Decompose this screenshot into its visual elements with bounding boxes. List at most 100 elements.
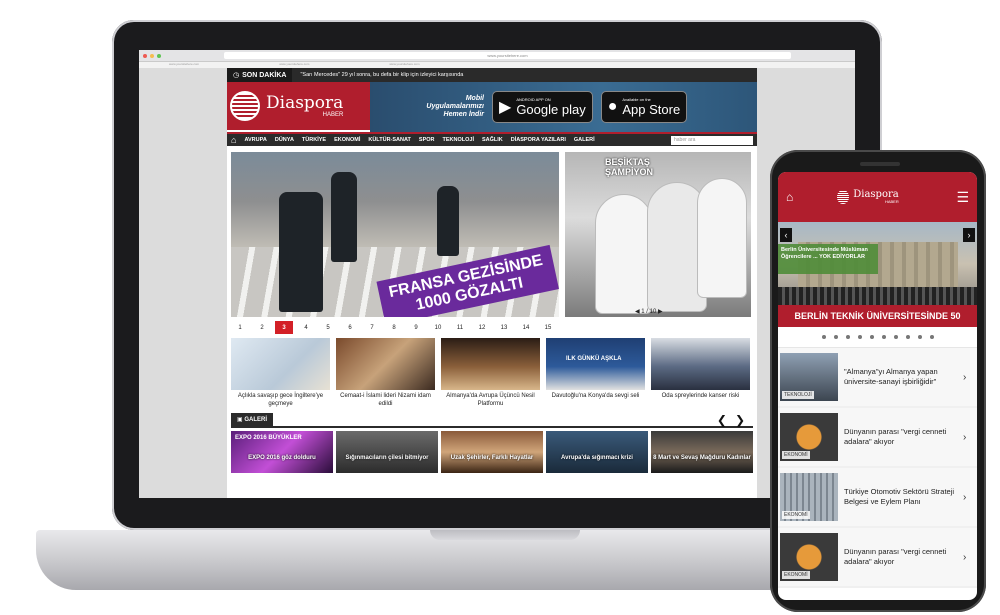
nav-item-teknoloji[interactable]: TEKNOLOJİ [443,137,474,143]
home-icon[interactable]: ⌂ [786,190,793,204]
list-item-tag: EKONOMİ [782,451,810,459]
nav-item-galeri[interactable]: GALERİ [574,137,595,143]
slider-dot[interactable] [845,335,850,339]
prev-arrow-icon[interactable]: ◀ [635,309,640,315]
promo-line-1: Mobil [465,95,484,103]
news-card[interactable]: Oda spreylerinde kanser riski [651,338,750,408]
page-button[interactable]: 14 [517,321,535,334]
news-card[interactable]: Cemaat-i İslami lideri Nizami idam edild… [336,338,435,408]
side-slider-pager[interactable]: ◀ 1 / 10 ▶ [635,308,663,315]
slider-dot[interactable] [905,335,910,339]
app-store-button[interactable]: ● Available on the App Store [600,91,688,123]
hero-pagination: 1 2 3 4 5 6 7 8 9 10 11 12 13 14 15 [227,317,757,338]
gallery-label: ▣ GALERİ [231,413,274,427]
page-button[interactable]: 10 [429,321,447,334]
slider-dot[interactable] [869,335,874,339]
player-figure [595,194,653,314]
breaking-headline[interactable]: "Sarı Mercedes" 29 yıl sonra, bu defa bi… [292,72,463,78]
nav-item-diaspora-yazilari[interactable]: DİASPORA YAZILARI [511,137,566,143]
apple-icon: ● [607,98,618,115]
hamburger-menu-icon[interactable]: ☰ [956,189,969,206]
news-card[interactable]: Almanya'da Avrupa Üçüncü Nesil Platformu [441,338,540,408]
gallery-item[interactable]: Uzak Şehirler, Farklı Hayatlar [441,431,543,473]
gallery-item-title: EXPO 2016 göz dolduru [248,455,316,461]
browser-toolbar: www.yoursitehere.com [139,50,855,62]
news-card-image [336,338,435,390]
logo-wordmark: Diaspora HABER [266,94,343,118]
page-button[interactable]: 12 [473,321,491,334]
page-button[interactable]: 11 [451,321,469,334]
nav-item-ekonomi[interactable]: EKONOMİ [334,137,360,143]
page-button-active[interactable]: 3 [275,321,293,334]
news-card[interactable]: ILK GÜNKÜ AŞKLA Davutoğlu'na Konya'da se… [546,338,645,408]
slider-dot[interactable] [917,335,922,339]
news-card-image [231,338,330,390]
gallery-item-title: Avrupa'da sığınmacı krizi [561,455,633,461]
home-icon[interactable]: ⌂ [231,135,236,145]
google-play-button[interactable]: ▶ ANDROID APP ON Google play [492,91,593,123]
chevron-left-icon[interactable]: ❮ [717,413,735,427]
page-button[interactable]: 5 [319,321,337,334]
site-logo[interactable]: Diaspora HABER [227,82,370,130]
list-item[interactable]: TEKNOLOJİ "Almanya"yı Almanya yapan üniv… [778,348,977,408]
chevron-right-icon[interactable]: › [963,228,975,242]
slider-dot[interactable] [929,335,934,339]
page-button[interactable]: 1 [231,321,249,334]
laptop-screen: www.yoursitehere.com www.yoursitehere.co… [139,50,855,498]
maximize-dot-icon[interactable] [157,53,161,58]
next-arrow-icon[interactable]: ▶ [658,309,663,315]
gallery-item[interactable]: Sığınmacıların çilesi bitmiyor [336,431,438,473]
chevron-right-icon[interactable]: ❯ [735,413,753,427]
page-button[interactable]: 4 [297,321,315,334]
search-input[interactable]: haber ara [671,135,753,145]
news-card-title: Almanya'da Avrupa Üçüncü Nesil Platformu [446,393,535,407]
list-item-tag: EKONOMİ [782,511,810,519]
slider-dot[interactable] [821,335,826,339]
slider-dot[interactable] [833,335,838,339]
nav-item-turkiye[interactable]: TÜRKİYE [302,137,326,143]
phone-logo-sub: HABER [884,199,899,204]
page-button[interactable]: 8 [385,321,403,334]
page-button[interactable]: 7 [363,321,381,334]
nav-item-avrupa[interactable]: AVRUPA [244,137,266,143]
police-figure [279,192,323,312]
gallery-item-overlay: EXPO 2016 BÜYÜKLER [235,435,302,441]
slider-dot[interactable] [893,335,898,339]
list-item[interactable]: EKONOMİ Dünyanın parası "vergi cenneti a… [778,528,977,588]
promo-line-3: Hemen İndir [443,110,484,118]
news-card-title: Davutoğlu'na Konya'da sevgi seli [551,393,640,399]
nav-item-spor[interactable]: SPOR [419,137,435,143]
chevron-left-icon[interactable]: ‹ [780,228,792,242]
phone-logo-text: Diaspora HABER [853,190,898,204]
minimize-dot-icon[interactable] [150,53,154,58]
gallery-item[interactable]: Avrupa'da sığınmacı krizi [546,431,648,473]
hero-slider-side[interactable]: BEŞİKTAŞ ŞAMPİYON ◀ 1 / 10 ▶ [565,152,751,317]
nav-item-saglik[interactable]: SAĞLIK [482,137,503,143]
gallery-item[interactable]: EXPO 2016 BÜYÜKLER EXPO 2016 göz dolduru [231,431,333,473]
nav-item-dunya[interactable]: DÜNYA [275,137,294,143]
slider-dot[interactable] [881,335,886,339]
page-button[interactable]: 13 [495,321,513,334]
close-dot-icon[interactable] [143,53,147,58]
nav-item-kultur-sanat[interactable]: KÜLTÜR-SANAT [368,137,411,143]
news-card[interactable]: Açlıkla savaşıp gece İngiltere'ye geçmey… [231,338,330,408]
gallery-item-title: 8 Mart ve Sevaş Mağduru Kadınlar [653,455,751,461]
list-item[interactable]: EKONOMİ Dünyanın parası "vergi cenneti a… [778,408,977,468]
gallery-item[interactable]: 8 Mart ve Sevaş Mağduru Kadınlar [651,431,753,473]
page-button[interactable]: 9 [407,321,425,334]
phone-hero-slider[interactable]: Berlin Üniversitesinde Müslüman Öğrencil… [778,222,977,327]
slider-dot[interactable] [857,335,862,339]
page-button[interactable]: 2 [253,321,271,334]
page-button[interactable]: 15 [539,321,557,334]
hero-slider-main[interactable]: FRANSA GEZİSİNDE 1000 GÖZALTI [231,152,559,317]
list-item[interactable]: EKONOMİ Türkiye Otomotiv Sektörü Stratej… [778,468,977,528]
list-item-tag: TEKNOLOJİ [782,391,814,399]
chevron-right-icon: › [963,491,967,503]
gallery-strip: EXPO 2016 BÜYÜKLER EXPO 2016 göz dolduru… [227,428,757,476]
page-button[interactable]: 6 [341,321,359,334]
list-item-title: Dünyanın parası "vergi cenneti adalara" … [844,426,947,446]
police-figure [331,172,357,262]
phone-screen: ⌂ Diaspora HABER ☰ Berlin Üniversitesind… [778,172,977,600]
address-bar[interactable]: www.yoursitehere.com [224,52,791,59]
phone-logo[interactable]: Diaspora HABER [837,190,899,204]
